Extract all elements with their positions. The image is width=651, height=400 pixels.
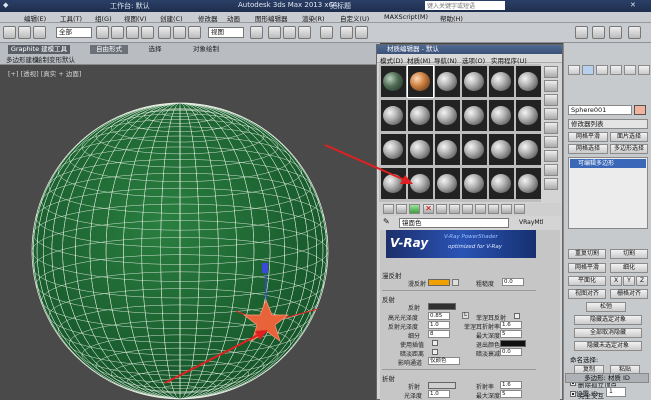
annotation-arrow-2 [324,144,413,184]
